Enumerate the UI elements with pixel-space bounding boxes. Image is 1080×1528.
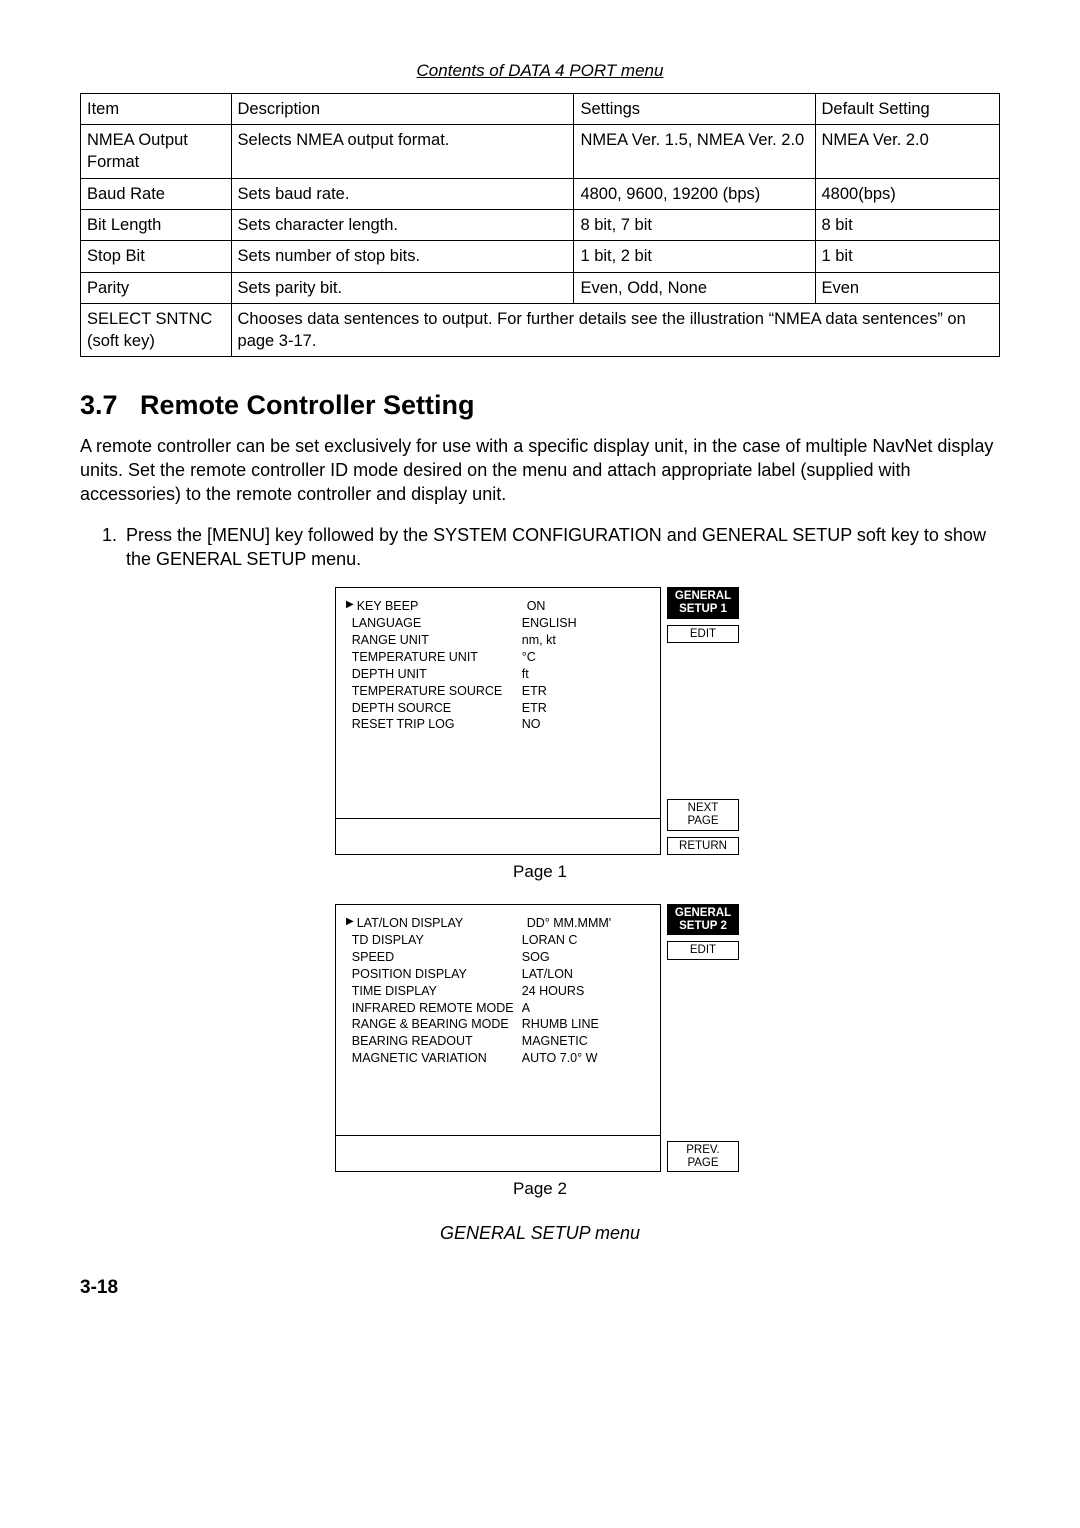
cell-desc: Sets number of stop bits. [231,241,574,272]
th-desc: Description [231,93,574,124]
menu-item-label: BEARING READOUT [352,1033,522,1050]
menu-item-value: NO [522,716,650,733]
cell-desc: Sets character length. [231,210,574,241]
menu-item-value: DD° MM.MMM' [527,915,650,932]
menu-item-value: ETR [522,700,650,717]
section-heading: 3.7Remote Controller Setting [80,387,1000,423]
menu-item-label: LAT/LON DISPLAY [357,915,527,932]
status-bar [335,1135,661,1172]
cell-item: Stop Bit [81,241,232,272]
cell-settings: 8 bit, 7 bit [574,210,815,241]
cell-settings: 4800, 9600, 19200 (bps) [574,178,815,209]
menu-item-value: °C [522,649,650,666]
menu-item-value: RHUMB LINE [522,1016,650,1033]
step-1: Press the [MENU] key followed by the SYS… [122,523,1000,572]
menu-item-label: TEMPERATURE UNIT [352,649,522,666]
cell-default: Even [815,272,1000,303]
general-setup-page1: ▶KEY BEEPON LANGUAGEENGLISH RANGE UNITnm… [335,587,745,855]
page-number: 3-18 [80,1275,1000,1301]
general-setup-page2: ▶LAT/LON DISPLAYDD° MM.MMM' TD DISPLAYLO… [335,904,745,1172]
softkey-title: GENERAL SETUP 1 [667,587,739,618]
page1-caption: Page 1 [80,861,1000,884]
menu-item-value: 24 HOURS [522,983,650,1000]
selector-triangle-icon: ▶ [346,598,357,615]
table-row: Stop Bit Sets number of stop bits. 1 bit… [81,241,1000,272]
menu-item-label: DEPTH SOURCE [352,700,522,717]
status-bar [335,818,661,855]
softkey-return[interactable]: RETURN [667,837,739,856]
softkey-title: GENERAL SETUP 2 [667,904,739,935]
steps-list: Press the [MENU] key followed by the SYS… [80,523,1000,572]
menu-item-label: DEPTH UNIT [352,666,522,683]
menu-item-value: LAT/LON [522,966,650,983]
menu-item-value: LORAN C [522,932,650,949]
intro-paragraph: A remote controller can be set exclusive… [80,434,1000,507]
softkey-column: GENERAL SETUP 1 EDIT NEXTPAGE RETURN [667,587,739,855]
cell-item: Baud Rate [81,178,232,209]
softkey-edit[interactable]: EDIT [667,625,739,644]
th-item: Item [81,93,232,124]
menu-item-label: RANGE UNIT [352,632,522,649]
cell-item: Bit Length [81,210,232,241]
menu-item-label: LANGUAGE [352,615,522,632]
data4-port-table: Item Description Settings Default Settin… [80,93,1000,357]
table-row: Baud Rate Sets baud rate. 4800, 9600, 19… [81,178,1000,209]
menu-item-value: A [522,1000,650,1017]
cell-desc: Sets baud rate. [231,178,574,209]
table-header-row: Item Description Settings Default Settin… [81,93,1000,124]
table-row: Parity Sets parity bit. Even, Odd, None … [81,272,1000,303]
cell-default: 1 bit [815,241,1000,272]
menu-item-label: RANGE & BEARING MODE [352,1016,522,1033]
cell-item: Parity [81,272,232,303]
menu-item-value: ENGLISH [522,615,650,632]
menu-main-panel: ▶LAT/LON DISPLAYDD° MM.MMM' TD DISPLAYLO… [335,904,661,1136]
softkey-edit[interactable]: EDIT [667,941,739,960]
th-default: Default Setting [815,93,1000,124]
figure-caption: GENERAL SETUP menu [80,1221,1000,1245]
table-caption: Contents of DATA 4 PORT menu [80,60,1000,83]
menu-item-value: MAGNETIC [522,1033,650,1050]
softkey-next-page[interactable]: NEXTPAGE [667,799,739,830]
softkey-column: GENERAL SETUP 2 EDIT PREV.PAGE [667,904,739,1172]
menu-item-label: POSITION DISPLAY [352,966,522,983]
cell-settings: 1 bit, 2 bit [574,241,815,272]
section-number: 3.7 [80,387,140,423]
menu-item-value: nm, kt [522,632,650,649]
section-title-text: Remote Controller Setting [140,390,475,420]
selector-triangle-icon: ▶ [346,915,357,932]
menu-main-panel: ▶KEY BEEPON LANGUAGEENGLISH RANGE UNITnm… [335,587,661,819]
menu-item-value: ft [522,666,650,683]
menu-item-label: INFRARED REMOTE MODE [352,1000,522,1017]
menu-item-label: KEY BEEP [357,598,527,615]
page2-caption: Page 2 [80,1178,1000,1201]
menu-item-value: AUTO 7.0° W [522,1050,650,1067]
menu-item-label: TD DISPLAY [352,932,522,949]
menu-item-value: SOG [522,949,650,966]
th-settings: Settings [574,93,815,124]
cell-default: NMEA Ver. 2.0 [815,125,1000,179]
menu-item-label: SPEED [352,949,522,966]
menu-item-value: ON [527,598,650,615]
cell-default: 4800(bps) [815,178,1000,209]
cell-item: SELECT SNTNC (soft key) [81,303,232,357]
cell-desc: Selects NMEA output format. [231,125,574,179]
cell-item: NMEA Output Format [81,125,232,179]
softkey-prev-page[interactable]: PREV.PAGE [667,1141,739,1172]
menu-item-label: TEMPERATURE SOURCE [352,683,522,700]
table-row: NMEA Output Format Selects NMEA output f… [81,125,1000,179]
menu-item-label: MAGNETIC VARIATION [352,1050,522,1067]
cell-desc: Sets parity bit. [231,272,574,303]
menu-item-value: ETR [522,683,650,700]
cell-default: 8 bit [815,210,1000,241]
cell-settings: Even, Odd, None [574,272,815,303]
cell-desc-span: Chooses data sentences to output. For fu… [231,303,999,357]
table-row: Bit Length Sets character length. 8 bit,… [81,210,1000,241]
table-row: SELECT SNTNC (soft key) Chooses data sen… [81,303,1000,357]
menu-item-label: TIME DISPLAY [352,983,522,1000]
cell-settings: NMEA Ver. 1.5, NMEA Ver. 2.0 [574,125,815,179]
menu-item-label: RESET TRIP LOG [352,716,522,733]
